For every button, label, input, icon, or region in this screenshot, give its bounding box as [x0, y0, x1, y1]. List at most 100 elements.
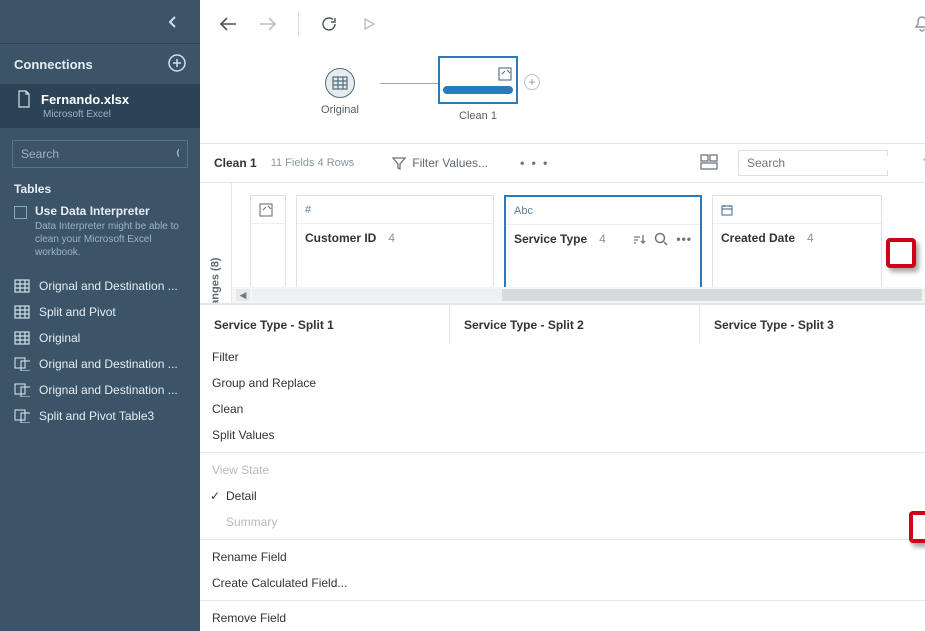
flow-node-clean[interactable]: Clean 1: [438, 56, 518, 122]
scroll-track[interactable]: [252, 289, 925, 301]
back-button[interactable]: [214, 10, 242, 38]
view-toggle-button[interactable]: [700, 154, 718, 173]
table-pivot-icon: [14, 409, 30, 423]
horizontal-scrollbar[interactable]: ◀ ▶: [232, 287, 925, 303]
tables-list: Orignal and Destination ... Split and Pi…: [0, 267, 200, 429]
table-pivot-icon: [14, 357, 30, 371]
table-item-label: Orignal and Destination ...: [39, 383, 178, 397]
profile-search-input[interactable]: [747, 156, 902, 170]
tables-heading: Tables: [0, 178, 200, 204]
field-count: 4: [388, 231, 395, 245]
field-title: Service Type: [514, 232, 587, 246]
search-icon: [176, 147, 179, 161]
filter-values-button[interactable]: Filter Values...: [392, 156, 488, 170]
table-item[interactable]: Orignal and Destination ...: [0, 273, 200, 299]
profile-cards: # Customer ID 4 1 2 3 4: [232, 183, 925, 287]
file-name: Fernando.xlsx: [41, 92, 129, 107]
field-more-button[interactable]: •••: [676, 232, 692, 246]
flow-connector: [380, 83, 438, 84]
data-interpreter-row[interactable]: Use Data Interpreter Data Interpreter mi…: [0, 204, 200, 267]
menu-detail[interactable]: Detail: [200, 483, 925, 509]
field-card-customer-id[interactable]: # Customer ID 4 1 2 3 4: [296, 195, 494, 287]
collapse-icon: [259, 203, 273, 217]
profile-search[interactable]: [738, 150, 888, 176]
filter-values-label: Filter Values...: [412, 156, 488, 170]
step-header: Clean 1 11 Fields 4 Rows Filter Values..…: [200, 143, 925, 183]
field-title: Created Date: [721, 231, 795, 245]
table-icon: [14, 305, 30, 319]
sidebar-search[interactable]: [12, 140, 188, 168]
scroll-thumb[interactable]: [502, 289, 922, 301]
menu-group-replace[interactable]: Group and Replace▶: [200, 370, 925, 396]
flow-node-original[interactable]: Original: [300, 56, 380, 116]
file-type: Microsoft Excel: [17, 109, 186, 120]
datasource-icon: [332, 76, 348, 90]
flow-canvas[interactable]: Original Clean 1 +: [200, 48, 925, 143]
filter-icon: [392, 156, 406, 170]
sort-icon[interactable]: [632, 233, 646, 245]
changes-label: Changes (8): [210, 258, 222, 304]
type-string-icon: Abc: [514, 205, 533, 217]
menu-view-state: View State: [200, 457, 925, 483]
table-item-label: Split and Pivot: [39, 305, 116, 319]
table-item-label: Orignal and Destination ...: [39, 357, 178, 371]
table-item[interactable]: Orignal and Destination ...: [0, 377, 200, 403]
step-icon: [498, 67, 512, 81]
refresh-button[interactable]: [315, 10, 343, 38]
flow-node-label: Original: [321, 104, 359, 116]
field-card-collapsed[interactable]: [250, 195, 286, 287]
menu-create-calculated-field[interactable]: Create Calculated Field...: [200, 570, 925, 596]
step-title: Clean 1: [214, 156, 257, 170]
field-count: 4: [807, 231, 814, 245]
changes-panel-toggle[interactable]: Changes (8): [200, 183, 232, 303]
connections-heading: Connections: [14, 57, 93, 72]
scroll-left-button[interactable]: ◀: [236, 289, 250, 301]
sidebar-collapse-button[interactable]: [0, 0, 200, 44]
type-number-icon: #: [305, 204, 311, 216]
menu-filter[interactable]: Filter▶: [200, 344, 925, 370]
data-interpreter-checkbox[interactable]: [14, 206, 27, 219]
file-icon: [17, 90, 31, 108]
forward-button[interactable]: [254, 10, 282, 38]
menu-clean[interactable]: Clean▶: [200, 396, 925, 422]
menu-summary: Summary: [200, 509, 925, 535]
grid-column-header[interactable]: Service Type - Split 2: [450, 305, 700, 344]
table-item-label: Orignal and Destination ...: [39, 279, 178, 293]
run-button[interactable]: [355, 10, 383, 38]
field-card-service-type[interactable]: Abc Service Type 4 ••• -: [504, 195, 702, 287]
table-icon: [14, 331, 30, 345]
notifications-button[interactable]: [908, 10, 925, 38]
field-title: Customer ID: [305, 231, 376, 245]
table-item-label: Split and Pivot Table3: [39, 409, 154, 423]
type-date-icon: [721, 204, 733, 216]
flow-node-label: Clean 1: [459, 110, 497, 122]
toolbar: [200, 0, 925, 48]
table-item[interactable]: Orignal and Destination ...: [0, 351, 200, 377]
data-grid-header: Service Type - Split 1 Service Type - Sp…: [200, 304, 925, 344]
step-meta: 11 Fields 4 Rows: [271, 157, 355, 169]
menu-remove-field[interactable]: Remove Field: [200, 605, 925, 631]
table-icon: [14, 279, 30, 293]
search-icon[interactable]: [654, 232, 668, 246]
table-item[interactable]: Original: [0, 325, 200, 351]
table-item[interactable]: Split and Pivot Table3: [0, 403, 200, 429]
table-item-label: Original: [39, 331, 80, 345]
add-step-button[interactable]: +: [524, 74, 540, 90]
add-connection-button[interactable]: [168, 54, 186, 75]
table-item[interactable]: Split and Pivot: [0, 299, 200, 325]
field-card-created-date[interactable]: Created Date 4: [712, 195, 882, 287]
menu-split-values[interactable]: Split Values▶: [200, 422, 925, 448]
main-area: Original Clean 1 + Clean 1 11 Fields 4 R…: [200, 0, 925, 631]
field-context-menu: Filter▶ Group and Replace▶ Clean▶ Split …: [200, 344, 925, 631]
data-interpreter-title: Use Data Interpreter: [35, 204, 186, 218]
data-interpreter-hint: Data Interpreter might be able to clean …: [35, 220, 186, 259]
step-more-button[interactable]: • • •: [520, 156, 549, 170]
field-count: 4: [599, 232, 606, 246]
grid-column-header[interactable]: Service Type - Split 1: [200, 305, 450, 344]
table-pivot-icon: [14, 383, 30, 397]
sidebar: Connections Fernando.xlsx Microsoft Exce…: [0, 0, 200, 631]
sidebar-search-input[interactable]: [21, 147, 176, 161]
menu-rename-field[interactable]: Rename Field: [200, 544, 925, 570]
grid-column-header[interactable]: Service Type - Split 3: [700, 305, 925, 344]
connection-file[interactable]: Fernando.xlsx Microsoft Excel: [0, 84, 200, 128]
